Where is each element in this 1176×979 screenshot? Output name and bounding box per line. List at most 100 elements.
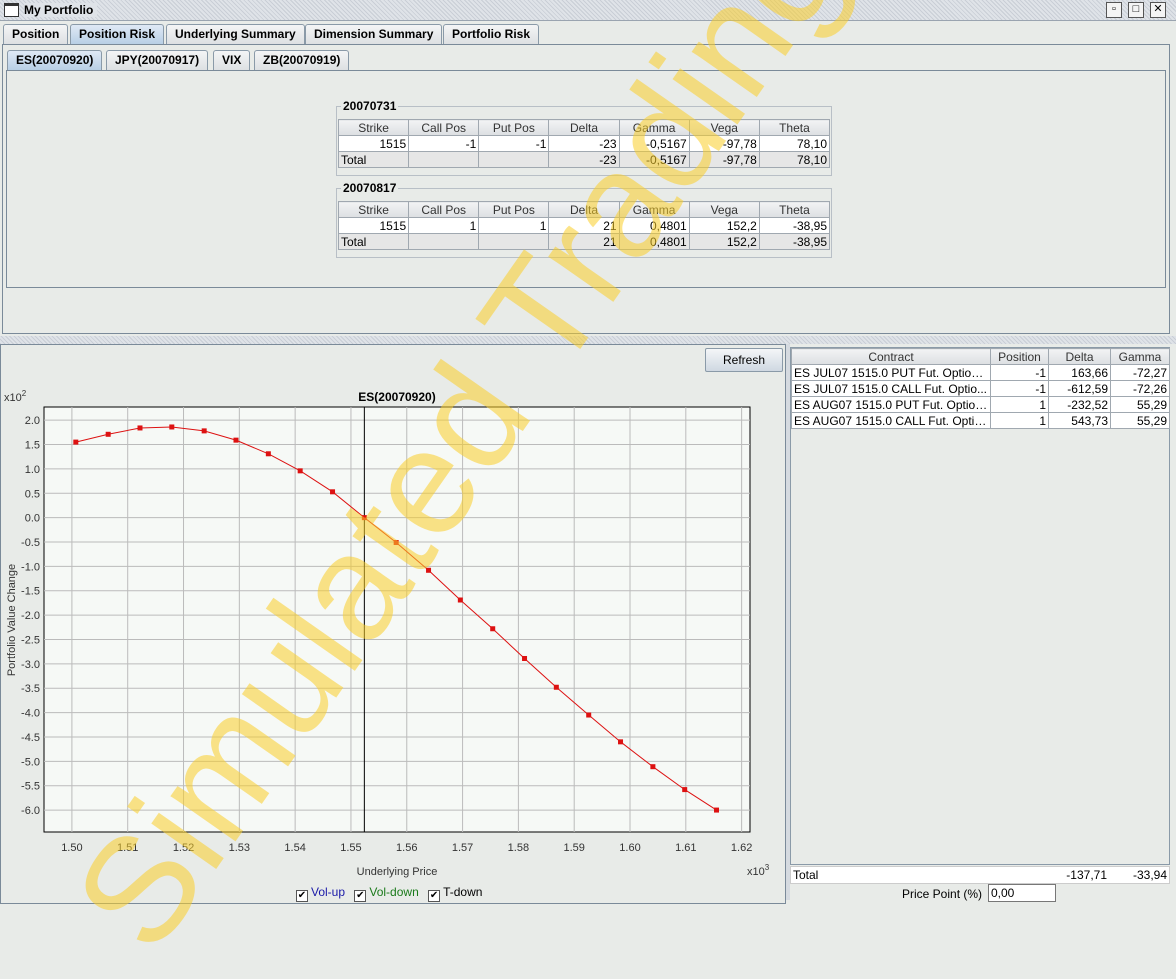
x-tick-label: 1.53 — [229, 842, 250, 854]
chart-legend: ✔ Vol-up ✔ Vol-down ✔ T-down — [296, 885, 482, 902]
data-point — [105, 431, 111, 437]
price-point-input[interactable] — [988, 884, 1056, 902]
y-tick-label: -4.0 — [21, 708, 40, 720]
y-multiplier: x102 — [4, 389, 27, 404]
y-tick-label: 2.0 — [25, 415, 40, 427]
data-point — [553, 684, 559, 690]
total-label: Total — [793, 868, 819, 882]
x-multiplier: x103 — [747, 863, 770, 878]
split-divider[interactable] — [0, 336, 1176, 344]
table-row[interactable]: ES AUG07 1515.0 CALL Fut. Optio... 1 543,7… — [791, 412, 1170, 429]
y-tick-label: -4.5 — [21, 732, 40, 744]
y-tick-label: 0.5 — [25, 488, 40, 500]
data-point — [73, 439, 79, 445]
group-title: 20070817 — [341, 181, 399, 195]
x-tick-label: 1.60 — [619, 842, 640, 854]
contracts-table: Contract Position Delta Gamma ES JUL07 1515… — [791, 348, 1170, 429]
data-point — [137, 425, 143, 431]
maximize-button[interactable]: □ — [1128, 2, 1144, 18]
data-point — [426, 567, 432, 573]
data-point — [265, 451, 271, 457]
title-bar: My Portfolio ▫ □ ✕ — [0, 0, 1176, 21]
data-point — [714, 807, 720, 813]
tab-position-risk[interactable]: Position Risk — [70, 24, 165, 44]
tab-underlying-summary[interactable]: Underlying Summary — [166, 24, 305, 44]
subtab-zb[interactable]: ZB(20070919) — [254, 50, 350, 70]
y-tick-label: -1.5 — [21, 586, 40, 598]
data-point — [618, 739, 624, 745]
refresh-button[interactable]: Refresh — [705, 348, 783, 372]
table-row[interactable]: 1515 1 1 21 0,4801 152,2 -38,95 — [337, 217, 831, 234]
chart-title: ES(20070920) — [358, 390, 435, 404]
y-tick-label: -0.5 — [21, 537, 40, 549]
payoff-chart: 1.50 1.51 1.52 1.53 1.54 1.55 1.56 1.57 1.58 1.59… — [4, 389, 770, 878]
total-delta: -137,71 — [1066, 868, 1107, 882]
y-tick-label: 0.0 — [25, 513, 40, 525]
expiry-group-2: 20070817 Strike Call Pos Put Pos Delta Gamma… — [336, 181, 832, 258]
x-tick-label: 1.57 — [452, 842, 473, 854]
x-tick-label: 1.62 — [731, 842, 752, 854]
legend-t-down[interactable]: ✔ T-down — [428, 885, 482, 902]
contracts-table-area: Contract Position Delta Gamma ES JUL07 1515… — [790, 347, 1170, 865]
data-point — [361, 515, 367, 521]
data-point — [522, 655, 528, 661]
x-tick-label: 1.50 — [61, 842, 82, 854]
y-tick-label: -5.5 — [21, 781, 40, 793]
data-point — [682, 787, 688, 793]
expiry-group-1: 20070731 Strike Call Pos Put Pos Delta Gamma… — [336, 99, 832, 176]
checkbox-checked-icon[interactable]: ✔ — [428, 890, 441, 902]
table-row[interactable]: ES JUL07 1515.0 PUT Fut. Option ... -1 163… — [791, 364, 1170, 381]
x-tick-label: 1.51 — [117, 842, 138, 854]
y-tick-label: -5.0 — [21, 756, 40, 768]
y-tick-label: 1.5 — [25, 440, 40, 452]
table-row[interactable]: ES AUG07 1515.0 PUT Fut. Option... 1 -232,… — [791, 396, 1170, 413]
subtab-es[interactable]: ES(20070920) — [7, 50, 103, 70]
data-point — [201, 428, 207, 434]
legend-vol-down[interactable]: ✔ Vol-down — [354, 885, 419, 902]
y-tick-label: 1.0 — [25, 464, 40, 476]
total-row: Total -23 -0,5167 -97,78 78,10 — [337, 151, 831, 168]
group-title: 20070731 — [341, 99, 399, 113]
x-tick-label: 1.52 — [173, 842, 194, 854]
plot-area — [43, 406, 751, 833]
subtab-vix[interactable]: VIX — [213, 50, 251, 70]
data-point — [393, 539, 399, 545]
close-button[interactable]: ✕ — [1150, 2, 1166, 18]
table-row[interactable]: ES JUL07 1515.0 CALL Fut. Optio... -1 -612… — [791, 380, 1170, 397]
x-tick-label: 1.54 — [284, 842, 305, 854]
data-point — [457, 597, 463, 603]
subtab-jpy[interactable]: JPY(20070917) — [106, 50, 209, 70]
tab-dimension-summary[interactable]: Dimension Summary — [305, 24, 443, 44]
data-point — [490, 626, 496, 632]
data-point — [330, 489, 336, 495]
data-point — [650, 764, 656, 770]
iconify-button[interactable]: ▫ — [1106, 2, 1122, 18]
checkbox-checked-icon[interactable]: ✔ — [354, 890, 367, 902]
risk-table: Strike Call Pos Put Pos Delta Gamma Vega Theta… — [337, 119, 831, 168]
x-tick-label: 1.56 — [396, 842, 417, 854]
legend-vol-up[interactable]: ✔ Vol-up — [296, 885, 345, 902]
data-point — [297, 468, 303, 474]
total-gamma: -33,94 — [1132, 868, 1167, 882]
y-axis-label: Portfolio Value Change — [6, 564, 18, 676]
table-row[interactable]: 1515 -1 -1 -23 -0,5167 -97,78 78,10 — [337, 135, 831, 152]
y-tick-label: -2.0 — [21, 610, 40, 622]
tab-portfolio-risk[interactable]: Portfolio Risk — [443, 24, 540, 44]
y-tick-label: -1.0 — [21, 561, 40, 573]
risk-table: Strike Call Pos Put Pos Delta Gamma Vega Theta… — [337, 201, 831, 250]
total-row: Total 21 0,4801 152,2 -38,95 — [337, 233, 831, 250]
y-tick-label: -3.5 — [21, 683, 40, 695]
x-tick-label: 1.59 — [563, 842, 584, 854]
data-point — [586, 712, 592, 718]
y-tick-label: -2.5 — [21, 634, 40, 646]
x-tick-label: 1.61 — [675, 842, 696, 854]
x-axis-label: Underlying Price — [357, 866, 438, 878]
x-tick-label: 1.55 — [340, 842, 361, 854]
contracts-total-row: Total -137,71 -33,94 — [790, 866, 1170, 884]
window-title: My Portfolio — [24, 3, 98, 17]
window-icon — [4, 3, 19, 17]
checkbox-checked-icon[interactable]: ✔ — [296, 890, 308, 902]
y-tick-label: -6.0 — [21, 805, 40, 817]
tab-position[interactable]: Position — [3, 24, 69, 44]
x-tick-label: 1.58 — [508, 842, 529, 854]
